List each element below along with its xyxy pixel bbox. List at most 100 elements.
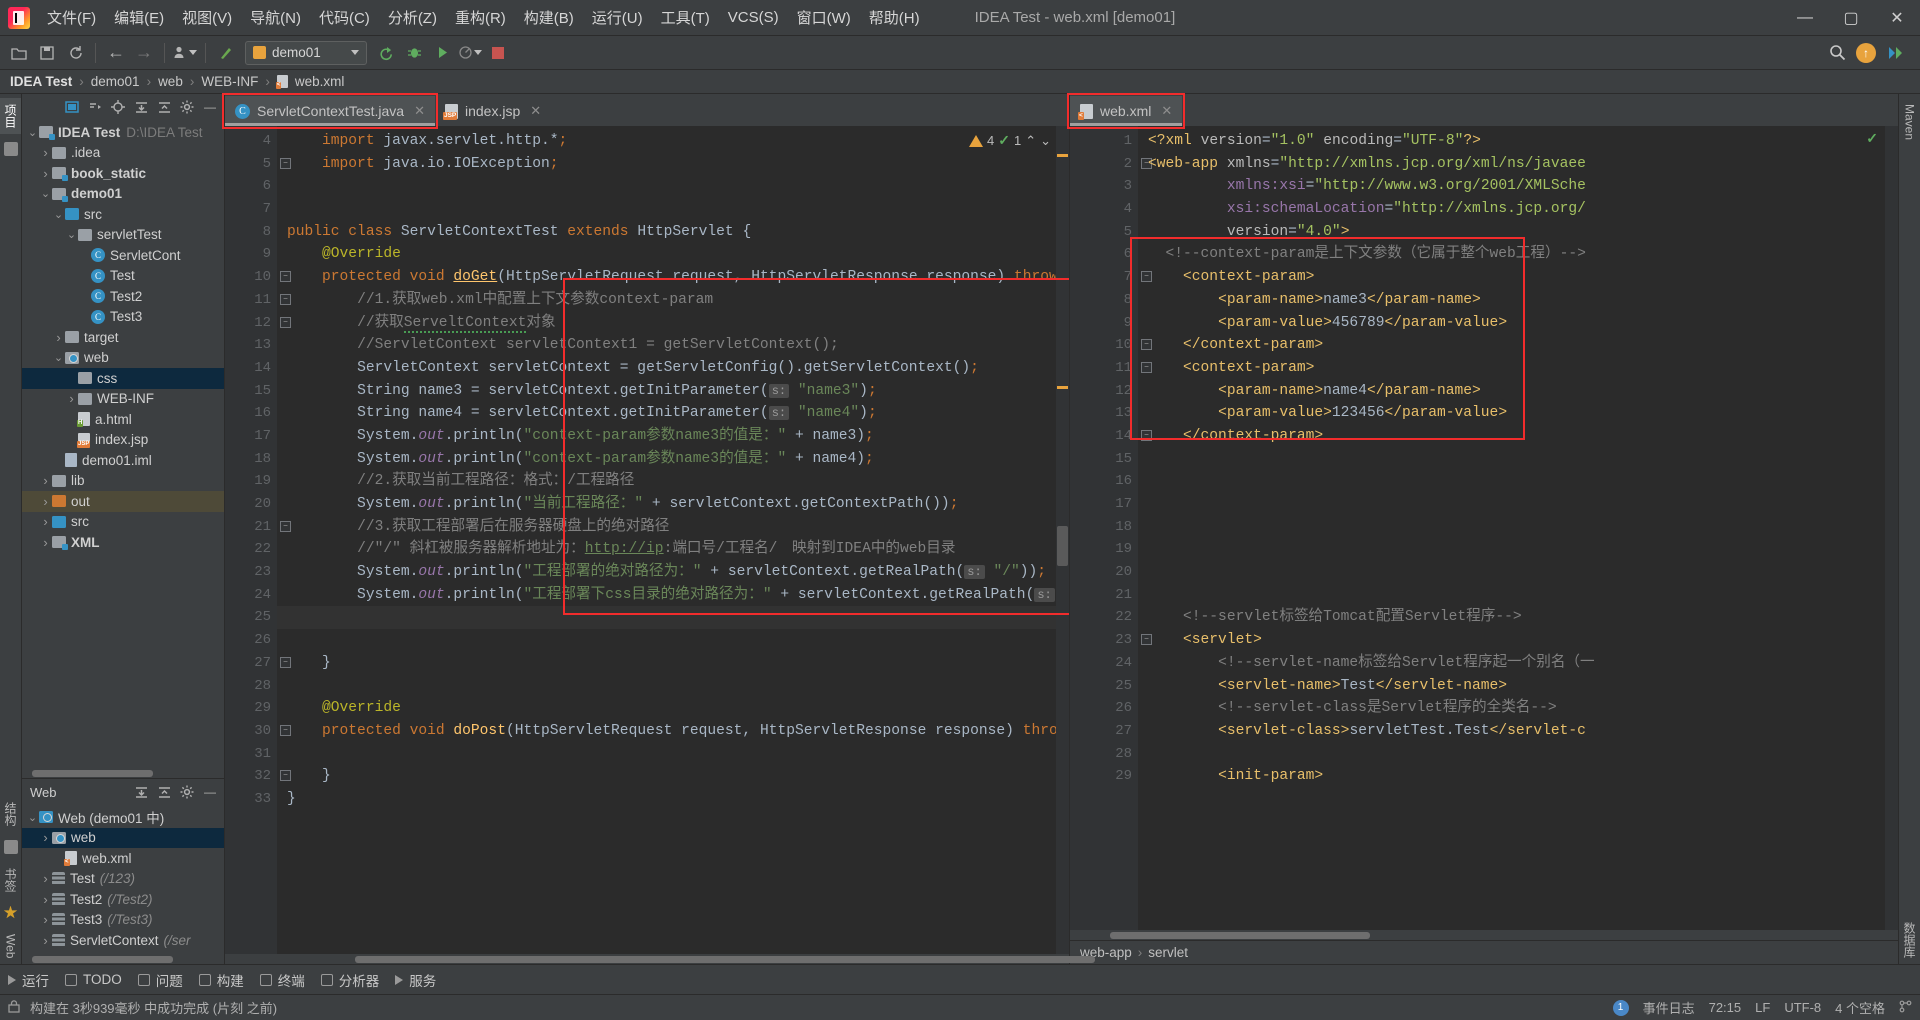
caret-position[interactable]: 72:15 — [1709, 1000, 1742, 1015]
toolwindow-问题[interactable]: 问题 — [137, 970, 183, 990]
java-code-line[interactable]: //3.获取工程部署后在服务器硬盘上的绝对路径 — [277, 516, 1069, 539]
xml-code-line[interactable]: </context-param> — [1138, 425, 1898, 448]
java-line-number[interactable]: 29 — [225, 697, 277, 720]
xml-code-line[interactable]: <init-param> — [1138, 765, 1898, 788]
chevron-down-icon[interactable]: ⌄ — [52, 208, 65, 221]
xml-code-line[interactable]: <param-value>456789</param-value> — [1138, 312, 1898, 335]
chevron-right-icon[interactable]: › — [39, 473, 52, 488]
xml-line-number[interactable]: 2− — [1070, 153, 1152, 176]
java-code-line[interactable]: //获取ServeltContext对象 — [277, 312, 1069, 335]
expand-all-icon-web[interactable] — [131, 782, 151, 802]
java-code-line[interactable]: @Override — [277, 243, 1069, 266]
close-icon[interactable]: ✕ — [414, 103, 425, 119]
flatten-packages-icon[interactable] — [85, 97, 105, 117]
java-code-line[interactable]: System.out.println("当前工程路径：" + servletCo… — [277, 493, 1069, 516]
xml-line-number[interactable]: 20 — [1070, 561, 1138, 584]
chevron-right-icon[interactable]: › — [39, 892, 52, 907]
project-tree-item-5[interactable]: ⌄ servletTest — [22, 225, 224, 246]
plugin-icon[interactable] — [1882, 40, 1908, 66]
java-line-number[interactable]: 4 — [225, 130, 277, 153]
xml-line-number[interactable]: 29 — [1070, 765, 1138, 788]
xml-code-line[interactable]: version="4.0"> — [1138, 221, 1898, 244]
project-tree-item-20[interactable]: › XML — [22, 532, 224, 553]
line-separator[interactable]: LF — [1755, 1000, 1770, 1015]
chevron-down-icon[interactable]: ⌄ — [65, 228, 78, 241]
gear-icon[interactable] — [177, 97, 197, 117]
xml-editor-tab-0[interactable]: < web.xml ✕ — [1066, 93, 1186, 129]
chevron-right-icon[interactable]: › — [39, 166, 52, 181]
java-line-number[interactable]: 18 — [225, 448, 277, 471]
xml-line-number[interactable]: 4 — [1070, 198, 1138, 221]
xml-line-number[interactable]: 11− — [1070, 357, 1152, 380]
java-inspection-widget[interactable]: 4 ✓ 1 ⌃ ⌄ — [968, 132, 1051, 149]
gear-icon-web[interactable] — [177, 782, 197, 802]
java-code-line[interactable] — [277, 675, 1069, 698]
xml-line-number[interactable]: 19 — [1070, 538, 1138, 561]
project-tree-item-18[interactable]: › out — [22, 491, 224, 512]
xml-line-number[interactable]: 5 — [1070, 221, 1138, 244]
menu-item-11[interactable]: 窗口(W) — [788, 3, 860, 32]
next-problem-icon[interactable]: ⌄ — [1040, 133, 1051, 149]
locate-icon[interactable] — [108, 97, 128, 117]
xml-line-number[interactable]: 7− — [1070, 266, 1152, 289]
toolwindow-构建[interactable]: 构建 — [198, 970, 244, 990]
toolwindow-运行[interactable]: 运行 — [8, 970, 49, 990]
update-icon[interactable]: ↑ — [1856, 42, 1876, 63]
xml-code-line[interactable]: xmlns:xsi="http://www.w3.org/2001/XMLSch… — [1138, 175, 1898, 198]
hide-panel-icon[interactable]: — — [200, 97, 220, 117]
java-code-line[interactable]: System.out.println("context-param参数name3… — [277, 425, 1069, 448]
search-icon[interactable] — [1824, 40, 1850, 66]
java-line-number[interactable]: 23 — [225, 561, 277, 584]
project-tree-item-8[interactable]: C Test2 — [22, 286, 224, 307]
java-code-line[interactable]: String name3 = servletContext.getInitPar… — [277, 380, 1069, 403]
breadcrumb-item-1[interactable]: demo01 — [91, 74, 140, 89]
xml-line-number[interactable]: 8 — [1070, 289, 1138, 312]
collapse-all-icon[interactable] — [154, 97, 174, 117]
project-tree-item-2[interactable]: › book_static — [22, 163, 224, 184]
java-line-number[interactable]: 9 — [225, 243, 277, 266]
xml-code-line[interactable]: xsi:schemaLocation="http://xmlns.jcp.org… — [1138, 198, 1898, 221]
java-line-number[interactable]: 21− — [225, 516, 291, 539]
menu-item-4[interactable]: 代码(C) — [310, 3, 379, 32]
xml-marker-stripe[interactable] — [1885, 126, 1898, 930]
xml-code-line[interactable] — [1138, 743, 1898, 766]
java-code-line[interactable]: } — [277, 788, 1069, 811]
event-log-button[interactable]: 事件日志 — [1643, 998, 1695, 1017]
web-tree[interactable]: ⌄ Web (demo01 中) › web < web.xml › Test (/123) › T… — [22, 805, 224, 955]
menu-item-5[interactable]: 分析(Z) — [379, 3, 446, 32]
chevron-right-icon[interactable]: › — [39, 933, 52, 948]
close-button[interactable]: ✕ — [1874, 0, 1920, 36]
java-code-line[interactable]: import java.io.IOException; — [277, 153, 1069, 176]
web-tree-item-4[interactable]: › Test2 (/Test2) — [22, 889, 224, 910]
xml-line-number[interactable]: 22 — [1070, 606, 1138, 629]
xml-line-number[interactable]: 25 — [1070, 675, 1138, 698]
project-tree-hscrollbar[interactable] — [22, 769, 224, 778]
java-code-line[interactable]: ServletContext servletContext = getServl… — [277, 357, 1069, 380]
rail-tab-web[interactable]: Web — [2, 928, 20, 964]
xml-code-line[interactable]: <servlet-name>Test</servlet-name> — [1138, 675, 1898, 698]
java-code-line[interactable]: //ServletContext servletContext1 = getSe… — [277, 334, 1069, 357]
rail-tab-database[interactable]: 数据库 — [1899, 916, 1920, 964]
xml-line-number[interactable]: 28 — [1070, 743, 1138, 766]
web-tree-item-1[interactable]: › web — [22, 827, 224, 848]
java-code-line[interactable] — [277, 198, 1069, 221]
xml-code-line[interactable]: <context-param> — [1138, 266, 1898, 289]
xml-code-line[interactable] — [1138, 493, 1898, 516]
web-tree-item-6[interactable]: › ServletContext (/ser — [22, 930, 224, 951]
chevron-right-icon[interactable]: › — [52, 330, 65, 345]
project-tree-item-10[interactable]: › target — [22, 327, 224, 348]
xml-code-line[interactable]: <param-value>123456</param-value> — [1138, 402, 1898, 425]
debug-icon[interactable] — [401, 40, 427, 66]
project-tree-item-11[interactable]: ⌄ web — [22, 348, 224, 369]
java-line-number[interactable]: 32− — [225, 765, 291, 788]
xml-code-line[interactable] — [1138, 470, 1898, 493]
maximize-button[interactable]: ▢ — [1828, 0, 1874, 36]
java-hscrollbar[interactable] — [225, 954, 1095, 964]
close-icon[interactable]: ✕ — [1161, 103, 1172, 119]
project-tree-item-7[interactable]: C Test — [22, 266, 224, 287]
xml-code-line[interactable]: <web-app xmlns="http://xmlns.jcp.org/xml… — [1138, 153, 1898, 176]
web-tree-item-2[interactable]: < web.xml — [22, 848, 224, 869]
xml-line-number[interactable]: 6 — [1070, 243, 1138, 266]
web-tree-item-3[interactable]: › Test (/123) — [22, 869, 224, 890]
xml-code-line[interactable]: <servlet> — [1138, 629, 1898, 652]
